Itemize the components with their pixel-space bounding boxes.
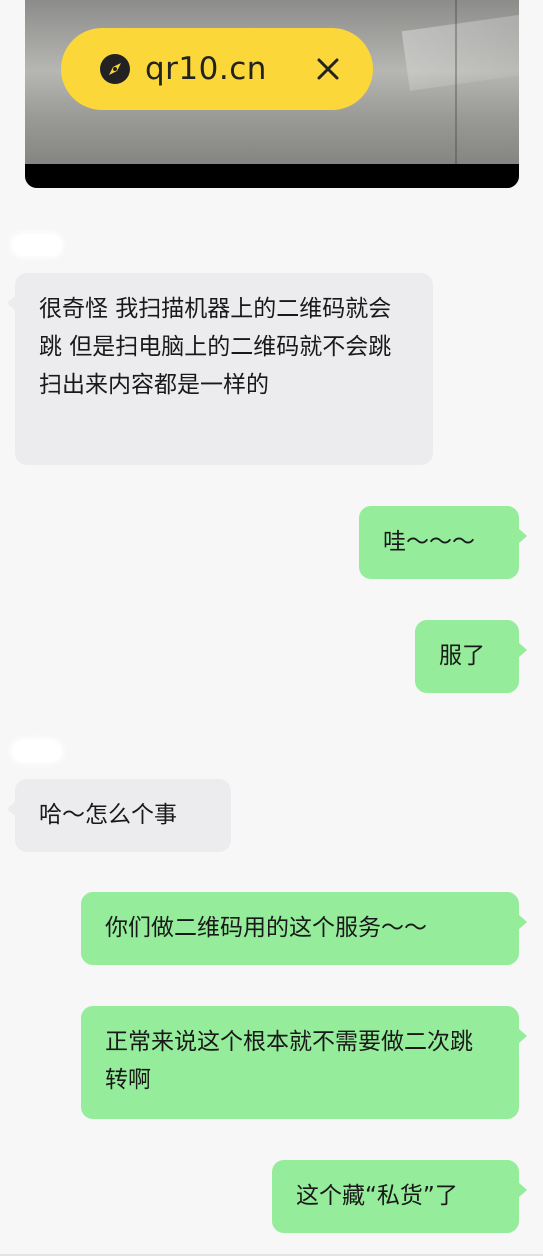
message-text: 正常来说这个根本就不需要做二次跳转啊 bbox=[105, 1029, 473, 1093]
message-text: 这个藏“私货”了 bbox=[296, 1183, 458, 1209]
close-icon[interactable] bbox=[315, 56, 341, 82]
compass-icon bbox=[99, 53, 131, 85]
message-text: 你们做二维码用的这个服务～～ bbox=[105, 915, 427, 941]
thumbnail-edge bbox=[455, 0, 457, 164]
message-bubble-outgoing[interactable]: 这个藏“私货”了 bbox=[272, 1160, 527, 1233]
message-bubble-outgoing[interactable]: 哇～～～ bbox=[359, 506, 527, 579]
message-bubble-incoming[interactable]: 哈～怎么个事 bbox=[7, 779, 231, 852]
thumbnail-sheen bbox=[401, 9, 519, 91]
url-label: qr10.cn bbox=[145, 51, 267, 87]
shared-video-thumbnail[interactable]: qr10.cn bbox=[25, 0, 519, 188]
message-bubble-outgoing[interactable]: 服了 bbox=[415, 620, 527, 693]
message-bubble-outgoing[interactable]: 正常来说这个根本就不需要做二次跳转啊 bbox=[81, 1006, 527, 1119]
message-text: 服了 bbox=[439, 643, 485, 669]
message-text: 很奇怪 我扫描机器上的二维码就会跳 但是扫电脑上的二维码就不会跳 扫出来内容都是… bbox=[39, 296, 392, 398]
sender-name-blurred bbox=[12, 234, 62, 256]
message-text: 哇～～～ bbox=[383, 529, 475, 555]
message-text: 哈～怎么个事 bbox=[39, 802, 177, 828]
message-bubble-incoming[interactable]: 很奇怪 我扫描机器上的二维码就会跳 但是扫电脑上的二维码就不会跳 扫出来内容都是… bbox=[7, 273, 433, 465]
message-bubble-outgoing[interactable]: 你们做二维码用的这个服务～～ bbox=[81, 892, 527, 965]
sender-name-blurred bbox=[12, 740, 62, 762]
url-pill[interactable]: qr10.cn bbox=[61, 28, 373, 110]
thumbnail-bottom-bar bbox=[25, 164, 519, 188]
